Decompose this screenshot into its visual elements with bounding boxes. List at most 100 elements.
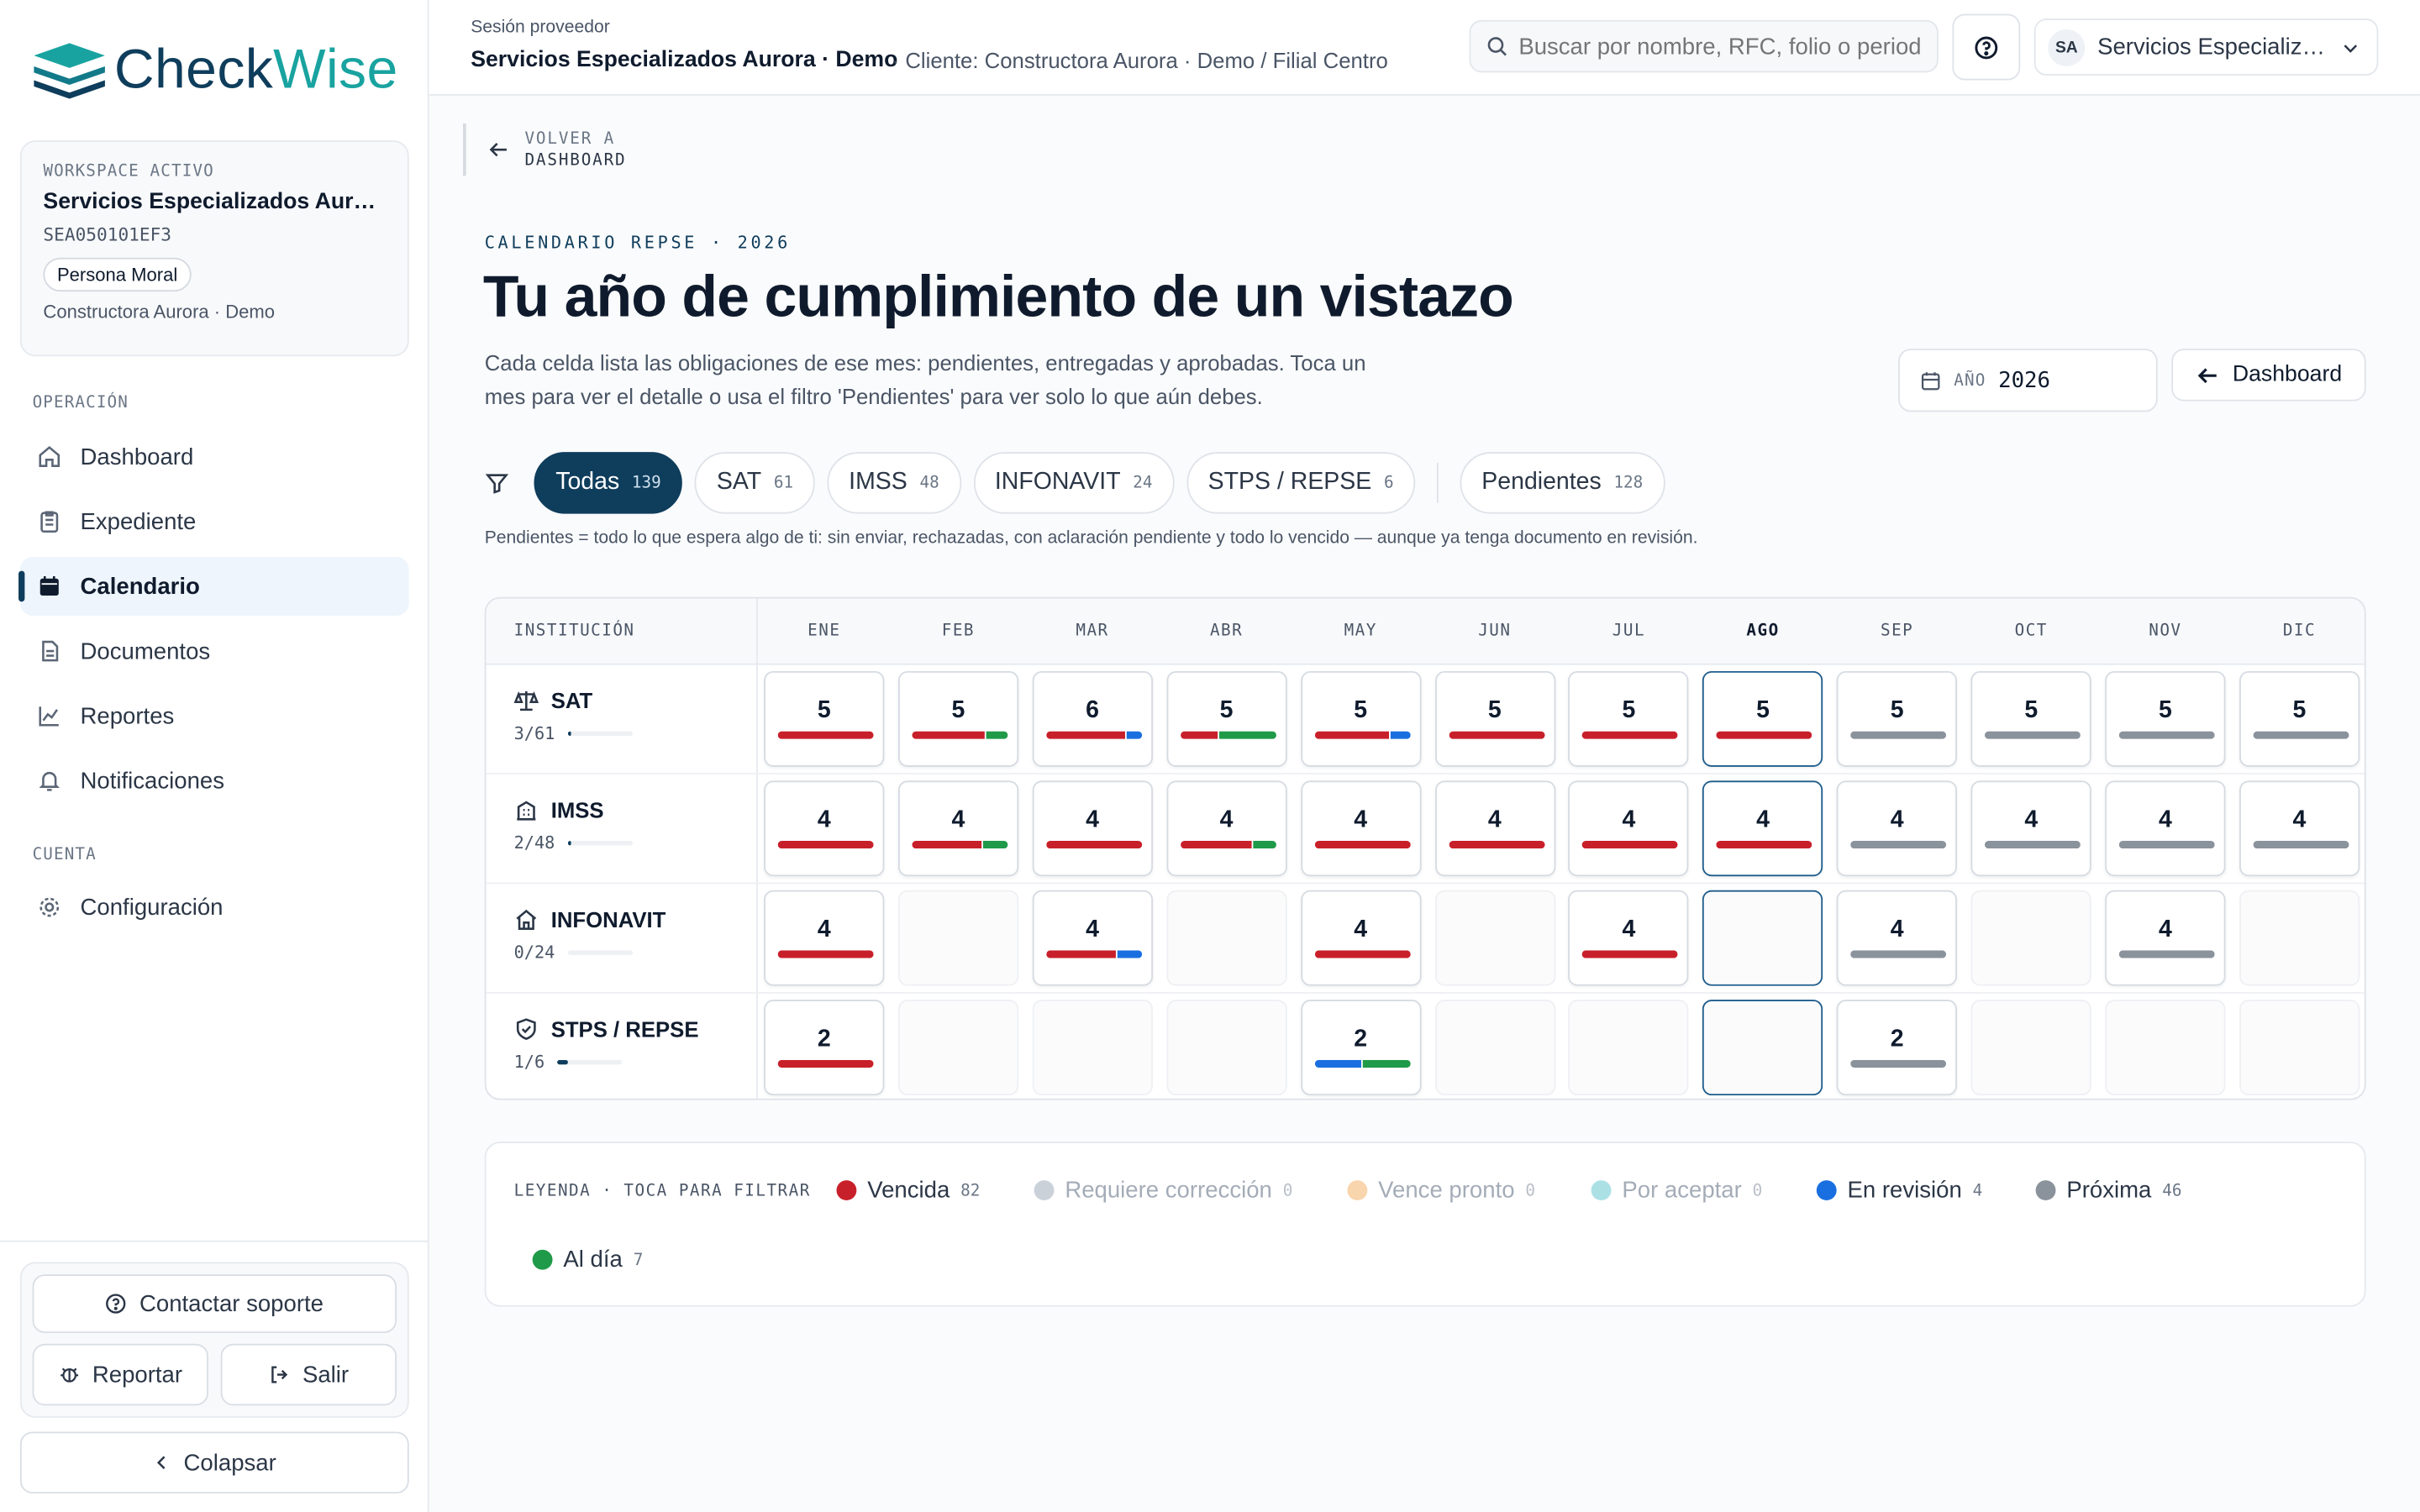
month-cell[interactable]: 4 — [764, 780, 885, 877]
help-button[interactable] — [1952, 13, 2021, 81]
month-header[interactable]: FEB — [898, 622, 1018, 640]
month-header[interactable]: ABR — [1166, 622, 1286, 640]
institution-cell[interactable]: SAT 3/61 — [513, 688, 633, 743]
month-cell[interactable] — [1165, 1000, 1287, 1096]
month-cell[interactable] — [1702, 1000, 1823, 1096]
month-cell[interactable] — [1970, 1000, 2091, 1096]
sidebar-item-expediente[interactable]: Expediente — [20, 492, 409, 551]
search-box[interactable] — [1469, 19, 1939, 73]
month-cell[interactable] — [2105, 1000, 2226, 1096]
filter-pill-pendientes[interactable]: Pendientes 128 — [1460, 452, 1665, 514]
sidebar-item-documentos[interactable]: Documentos — [20, 622, 409, 680]
month-cell[interactable]: 4 — [1300, 890, 1421, 986]
legend-item-vencida[interactable]: Vencida 82 — [836, 1177, 980, 1204]
month-cell[interactable]: 5 — [1300, 670, 1421, 767]
sidebar-item-calendario[interactable]: Calendario — [18, 557, 409, 616]
month-cell[interactable]: 4 — [1970, 780, 2091, 877]
logout-button[interactable]: Salir — [220, 1343, 397, 1406]
filter-pill-imss[interactable]: IMSS 48 — [827, 452, 961, 514]
month-cell[interactable]: 5 — [2105, 670, 2226, 767]
report-button[interactable]: Reportar — [32, 1343, 208, 1406]
legend-item-proxima[interactable]: Próxima 46 — [2035, 1177, 2181, 1204]
month-cell[interactable]: 5 — [1165, 670, 1287, 767]
month-cell[interactable]: 4 — [2105, 780, 2226, 877]
month-header[interactable]: NOV — [2105, 622, 2225, 640]
month-cell[interactable] — [1568, 1000, 1690, 1096]
month-cell[interactable]: 4 — [1568, 890, 1690, 986]
month-cell[interactable] — [1165, 890, 1287, 986]
legend-item-por-aceptar[interactable]: Por aceptar 0 — [1591, 1177, 1762, 1204]
month-cell[interactable]: 4 — [1568, 780, 1690, 877]
obligation-count: 4 — [1890, 806, 1904, 833]
institution-cell[interactable]: INFONAVIT 0/24 — [514, 907, 666, 963]
month-header[interactable]: ENE — [764, 622, 884, 640]
month-cell[interactable]: 5 — [764, 670, 885, 767]
month-cell[interactable]: 2 — [1837, 1000, 1958, 1096]
checkwise-logo[interactable]: CheckWise — [31, 37, 398, 102]
month-cell[interactable] — [897, 890, 1019, 986]
account-switcher[interactable]: SA Servicios Especializados Aurora · Dem… — [2033, 18, 2379, 76]
legend-item-vence-pronto[interactable]: Vence pronto 0 — [1347, 1177, 1535, 1204]
collapse-sidebar-button[interactable]: Colapsar — [19, 1431, 409, 1494]
sidebar-item-notificaciones[interactable]: Notificaciones — [20, 751, 409, 810]
month-cell[interactable] — [2238, 1000, 2360, 1096]
month-cell[interactable]: 5 — [1434, 670, 1555, 767]
month-cell[interactable]: 4 — [1032, 780, 1153, 877]
month-cell[interactable]: 4 — [1300, 780, 1421, 877]
sidebar-item-label: Documentos — [80, 638, 211, 664]
month-cell[interactable]: 4 — [2105, 890, 2226, 986]
month-cell[interactable]: 4 — [1434, 780, 1555, 877]
back-to-dashboard-link[interactable]: VOLVER A DASHBOARD — [463, 123, 627, 176]
filter-pill-todas[interactable]: Todas 139 — [534, 452, 683, 514]
month-cell[interactable]: 4 — [1837, 780, 1958, 877]
month-header[interactable]: JUN — [1434, 622, 1555, 640]
month-cell[interactable]: 4 — [1032, 890, 1153, 986]
month-cell[interactable]: 4 — [764, 890, 885, 986]
month-cell[interactable]: 5 — [1970, 670, 2091, 767]
month-header[interactable]: MAY — [1301, 622, 1421, 640]
sidebar-item-dashboard[interactable]: Dashboard — [20, 428, 409, 486]
month-cell[interactable]: 5 — [1837, 670, 1958, 767]
month-header[interactable]: DIC — [2239, 622, 2360, 640]
month-cell[interactable]: 4 — [1702, 780, 1823, 877]
month-cell[interactable]: 5 — [897, 670, 1019, 767]
contact-support-button[interactable]: Contactar soporte — [32, 1274, 397, 1333]
dashboard-button[interactable]: Dashboard — [2171, 349, 2366, 402]
filter-pill-sat[interactable]: SAT 61 — [695, 452, 815, 514]
month-header[interactable]: AGO — [1702, 622, 1823, 640]
search-input[interactable] — [1518, 33, 1920, 60]
filter-pill-infonavit[interactable]: INFONAVIT 24 — [973, 452, 1175, 514]
year-selector[interactable]: AÑO 2026 — [1898, 349, 2158, 412]
month-cell[interactable] — [1032, 1000, 1153, 1096]
client-breadcrumb[interactable]: · Cliente: Constructora Aurora · Demo / … — [892, 48, 1388, 72]
month-cell[interactable] — [897, 1000, 1019, 1096]
sidebar-item-reportes[interactable]: Reportes — [20, 686, 409, 745]
month-header[interactable]: OCT — [1971, 622, 2091, 640]
month-header[interactable]: JUL — [1569, 622, 1689, 640]
workspace-card[interactable]: WORKSPACE ACTIVO Servicios Especializado… — [19, 140, 409, 357]
filter-pill-stps-repse[interactable]: STPS / REPSE 6 — [1186, 452, 1416, 514]
month-cell[interactable]: 4 — [1837, 890, 1958, 986]
institution-cell[interactable]: IMSS 2/48 — [514, 798, 633, 853]
month-cell[interactable]: 4 — [2238, 780, 2360, 877]
month-cell[interactable]: 2 — [1300, 1000, 1421, 1096]
month-cell[interactable] — [1434, 1000, 1555, 1096]
month-cell[interactable]: 5 — [2238, 670, 2360, 767]
month-cell[interactable]: 4 — [897, 780, 1019, 877]
month-cell[interactable]: 5 — [1568, 670, 1690, 767]
month-header[interactable]: SEP — [1837, 622, 1957, 640]
legend-item-requiere-correccion[interactable]: Requiere corrección 0 — [1034, 1177, 1292, 1204]
month-cell[interactable] — [1434, 890, 1555, 986]
month-cell[interactable] — [1970, 890, 2091, 986]
month-cell[interactable]: 5 — [1702, 670, 1823, 767]
legend-item-al-dia[interactable]: Al día 7 — [532, 1247, 643, 1273]
month-cell[interactable]: 4 — [1165, 780, 1287, 877]
month-header[interactable]: MAR — [1032, 622, 1152, 640]
month-cell[interactable]: 6 — [1032, 670, 1153, 767]
legend-item-en-revision[interactable]: En revisión 4 — [1816, 1177, 1982, 1204]
month-cell[interactable] — [1702, 890, 1823, 986]
institution-cell[interactable]: STPS / REPSE 1/6 — [514, 1016, 699, 1072]
month-cell[interactable]: 2 — [764, 1000, 885, 1096]
sidebar-item-configuracion[interactable]: Configuración — [20, 878, 409, 937]
month-cell[interactable] — [2238, 890, 2360, 986]
